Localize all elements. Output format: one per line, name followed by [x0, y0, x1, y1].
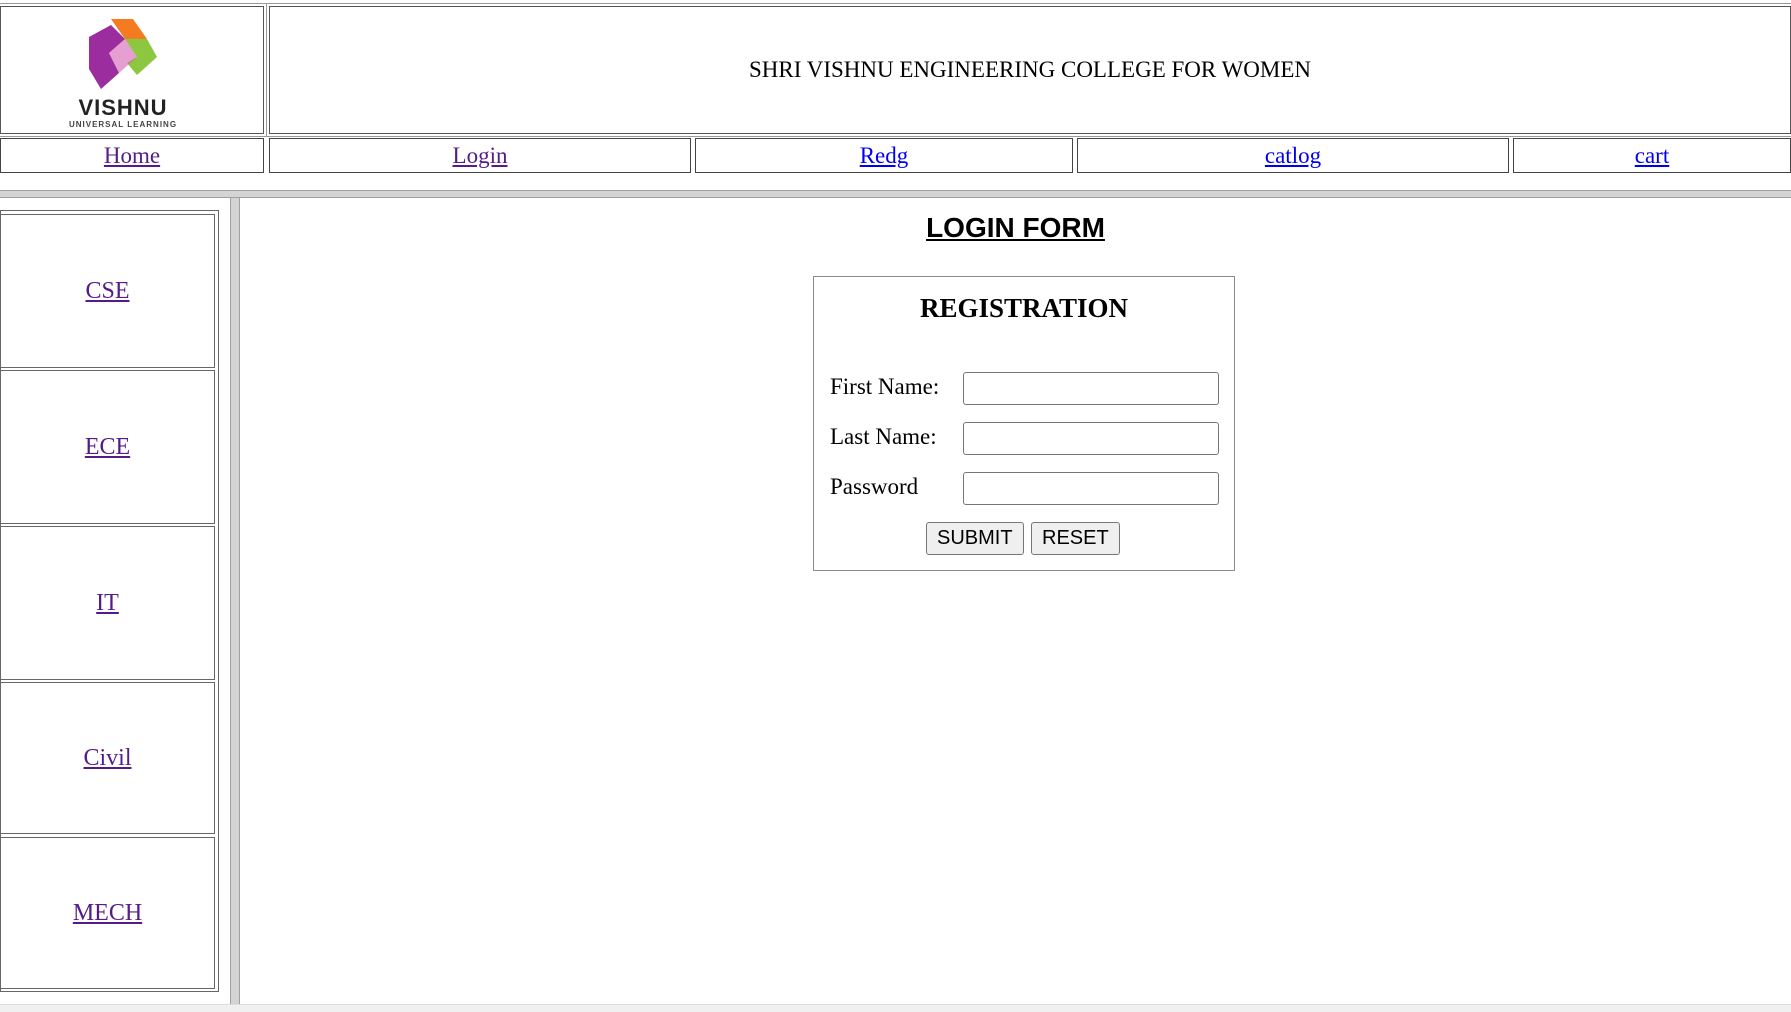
password-field[interactable]: [963, 472, 1219, 505]
sidebar-item-mech: MECH: [0, 837, 215, 989]
sidebar-item-it: IT: [0, 526, 215, 680]
nav-cell-redg: Redg: [695, 138, 1073, 173]
logo-cell: VISHNU UNIVERSAL LEARNING: [0, 3, 267, 137]
sidebar-link-mech[interactable]: MECH: [73, 900, 142, 927]
nav-link-cart[interactable]: cart: [1635, 143, 1669, 169]
sidebar-link-ece[interactable]: ECE: [85, 434, 130, 461]
sidebar-item-ece: ECE: [0, 370, 215, 524]
horizontal-frame-divider[interactable]: [0, 190, 1791, 198]
sidebar-link-cse[interactable]: CSE: [85, 278, 129, 305]
sidebar-link-civil[interactable]: Civil: [83, 745, 131, 772]
registration-fieldset: REGISTRATION First Name: Last Name: Pass…: [813, 276, 1235, 571]
sidebar-link-it[interactable]: IT: [96, 590, 119, 617]
nav-cell-cart: cart: [1513, 138, 1791, 173]
password-label: Password: [830, 474, 919, 499]
bottom-scroll-edge: [0, 1004, 1791, 1012]
logo-text: VISHNU: [78, 95, 168, 120]
submit-button[interactable]: SUBMIT: [926, 522, 1024, 555]
title-cell: SHRI VISHNU ENGINEERING COLLEGE FOR WOME…: [266, 3, 1791, 137]
nav-cell-catlog: catlog: [1077, 138, 1509, 173]
last-name-label: Last Name:: [830, 424, 937, 449]
nav-link-home[interactable]: Home: [104, 143, 160, 169]
sidebar-item-cse: CSE: [0, 214, 215, 368]
registration-legend: REGISTRATION: [919, 293, 1129, 323]
nav-link-redg[interactable]: Redg: [860, 143, 909, 169]
vertical-frame-divider[interactable]: [230, 198, 240, 1006]
reset-button[interactable]: RESET: [1031, 522, 1120, 555]
page-title: LOGIN FORM: [926, 212, 1105, 243]
nav-cell-home: Home: [0, 138, 264, 173]
first-name-label: First Name:: [830, 374, 940, 399]
sidebar-item-civil: Civil: [0, 682, 215, 834]
logo-tagline: UNIVERSAL LEARNING: [68, 120, 178, 129]
last-name-field[interactable]: [963, 422, 1219, 455]
nav-link-login[interactable]: Login: [453, 143, 508, 169]
nav-link-catlog[interactable]: catlog: [1265, 143, 1321, 169]
nav-cell-login: Login: [269, 138, 691, 173]
college-title: SHRI VISHNU ENGINEERING COLLEGE FOR WOME…: [749, 57, 1311, 82]
vishnu-logo-icon: [89, 19, 157, 89]
first-name-field[interactable]: [963, 372, 1219, 405]
